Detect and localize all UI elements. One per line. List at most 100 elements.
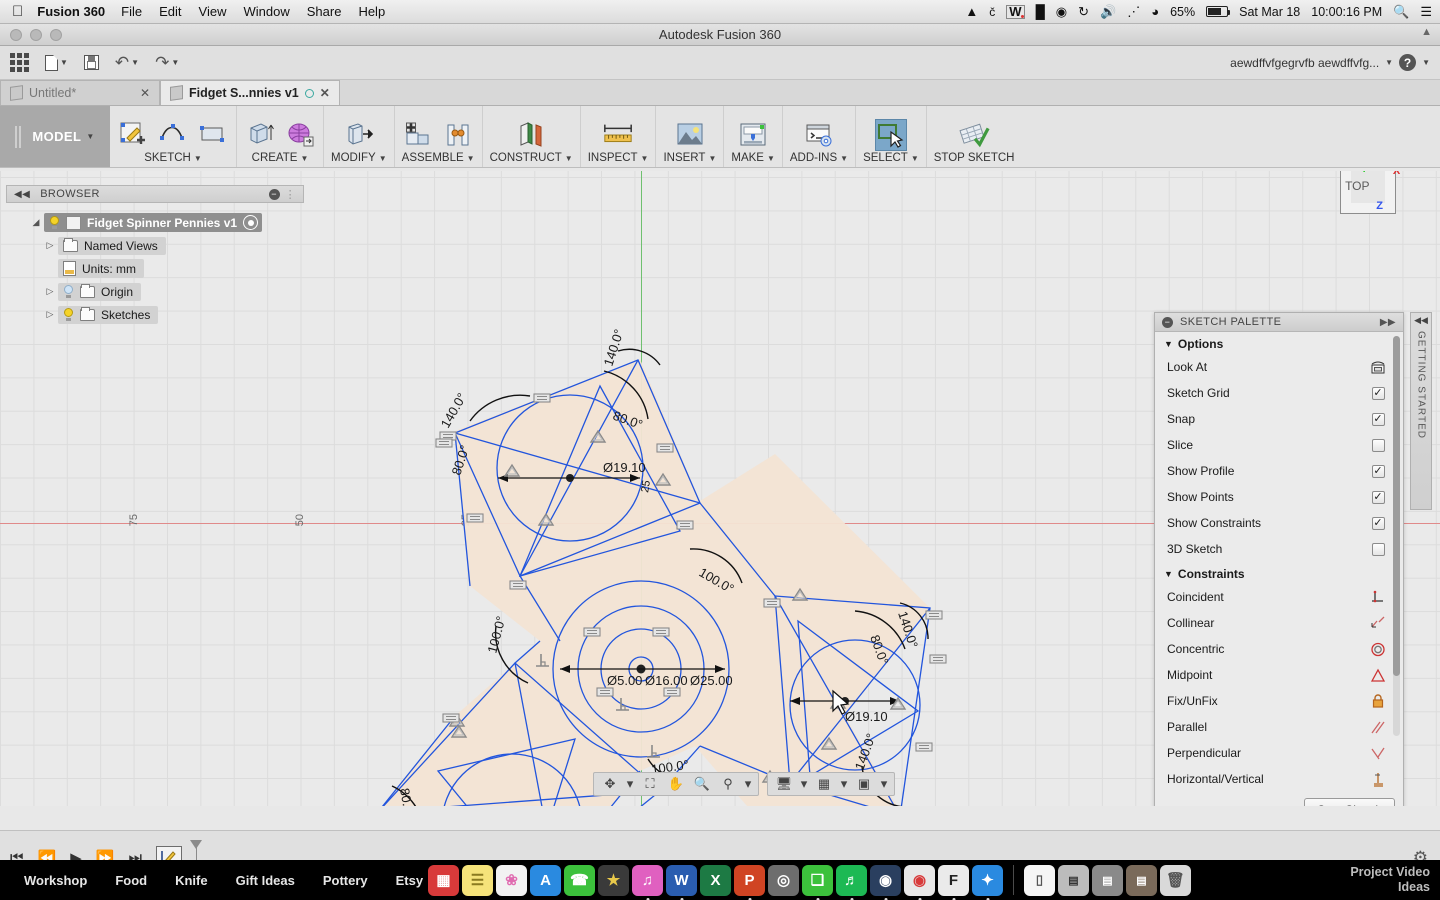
steam-icon[interactable]: ◉ [870, 864, 901, 900]
palette-section-options[interactable]: ▼ Options [1155, 332, 1403, 354]
evernote-icon[interactable]: ❑ [802, 864, 833, 900]
scripts-addins-icon[interactable] [803, 119, 835, 151]
dim-text[interactable]: 25 [639, 479, 653, 493]
palette-row-3d-sketch[interactable]: 3D Sketch [1155, 536, 1403, 562]
palette-row-horizontal-vertical[interactable]: Horizontal/Vertical [1155, 766, 1403, 791]
dock-folder-knife[interactable]: Knife [161, 873, 222, 888]
dock-folder-food[interactable]: Food [101, 873, 161, 888]
document-window-icon[interactable]: ▯ [1024, 864, 1055, 896]
show-profile-checkbox[interactable] [1371, 464, 1385, 478]
notification-center-icon[interactable]: ☰ [1420, 4, 1432, 20]
expand-triangle-icon[interactable]: ▷ [42, 286, 58, 297]
clipboard-icon[interactable]: č [989, 5, 995, 19]
palette-row-look-at[interactable]: Look At [1155, 354, 1403, 380]
new-document-icon[interactable]: ▼ [45, 54, 68, 71]
palette-row-collinear[interactable]: Collinear [1155, 610, 1403, 636]
browser-item-units[interactable]: Units: mm [6, 257, 304, 280]
dropbox-icon[interactable]: ◉ [1056, 4, 1067, 20]
dim-text[interactable]: 140.0° [601, 327, 627, 368]
browser-item-root[interactable]: ◢ Fidget Spinner Pennies v1 [6, 211, 304, 234]
minimized-window-icon[interactable]: ▤ [1058, 864, 1089, 896]
collapse-right-icon[interactable]: ◀◀ [1410, 312, 1432, 328]
expand-triangle-icon[interactable]: ◢ [28, 217, 44, 228]
zoom-dropdown-icon[interactable]: ▾ [743, 775, 753, 793]
sketch-grid-checkbox[interactable] [1371, 386, 1385, 400]
zoom-icon[interactable]: 🔍 [691, 775, 713, 793]
menu-window[interactable]: Window [243, 4, 289, 19]
minimized-window-icon[interactable]: ▤ [1092, 864, 1123, 896]
insert-image-icon[interactable] [674, 119, 706, 151]
look-at-icon[interactable]: ⛶ [639, 775, 661, 793]
collapse-chevron-icon[interactable]: ▲ [1421, 26, 1432, 38]
dim-text[interactable]: Ø19.10 [603, 460, 646, 475]
look-at-icon[interactable] [1369, 360, 1387, 375]
bluetooth-icon[interactable]: ⋰ [1127, 4, 1140, 20]
fix-unfix-lock-icon[interactable] [1369, 693, 1387, 709]
word-icon[interactable]: W [666, 864, 697, 900]
dock-label-ideas[interactable]: Ideas [1350, 880, 1430, 895]
dock-folder-workshop[interactable]: Workshop [10, 873, 101, 888]
palette-row-parallel[interactable]: Parallel [1155, 714, 1403, 740]
chevron-down-icon[interactable]: ▼ [911, 154, 919, 163]
palette-row-perpendicular[interactable]: Perpendicular [1155, 740, 1403, 766]
chrome-icon[interactable]: ◉ [904, 864, 935, 900]
press-pull-icon[interactable] [343, 119, 375, 151]
collapse-left-icon[interactable]: ◀◀ [14, 189, 30, 200]
help-icon[interactable]: ? [1399, 54, 1417, 71]
offset-plane-icon[interactable] [515, 119, 547, 151]
battery-percent[interactable]: 65% [1170, 5, 1195, 19]
viewcube[interactable]: TOP Y X Z [1340, 171, 1400, 214]
chevron-down-icon[interactable]: ▼ [641, 154, 649, 163]
chevron-down-icon[interactable]: ▼ [300, 154, 308, 163]
menu-view[interactable]: View [199, 4, 227, 19]
menu-file[interactable]: File [121, 4, 142, 19]
dock-folder-pottery[interactable]: Pottery [309, 873, 382, 888]
browser-item-named-views[interactable]: ▷ Named Views [6, 234, 304, 257]
dock-label-project-video[interactable]: Project Video [1350, 865, 1430, 880]
menu-bar-date[interactable]: Sat Mar 18 [1239, 5, 1300, 19]
spline-icon[interactable] [157, 119, 189, 151]
measure-icon[interactable] [602, 119, 634, 151]
visibility-bulb-icon[interactable] [49, 216, 60, 229]
powerpoint-icon[interactable]: P [734, 864, 765, 900]
slice-checkbox[interactable] [1371, 438, 1385, 452]
dim-text[interactable]: Ø19.10 [517, 805, 560, 806]
dim-text[interactable]: Ø25.00 [690, 673, 733, 688]
getting-started-rail[interactable]: GETTING STARTED [1410, 312, 1432, 510]
zoom-window-icon[interactable]: ⚲ [717, 775, 739, 793]
chevron-down-icon[interactable]: ▼ [565, 154, 573, 163]
expand-triangle-icon[interactable]: ▷ [42, 240, 58, 251]
extrude-icon[interactable] [244, 119, 276, 151]
expand-right-icon[interactable]: ▶▶ [1380, 317, 1396, 328]
menu-help[interactable]: Help [358, 4, 385, 19]
coincident-icon[interactable] [1369, 590, 1387, 605]
browser-item-sketches[interactable]: ▷ Sketches [6, 303, 304, 326]
orbit-dropdown-icon[interactable]: ▾ [625, 775, 635, 793]
3d-print-icon[interactable] [737, 119, 769, 151]
spotify-icon[interactable]: ♬ [836, 864, 867, 900]
launchpad-icon[interactable]: ▦ [428, 864, 459, 896]
chevron-down-icon[interactable]: ▼ [840, 154, 848, 163]
concentric-icon[interactable] [1369, 642, 1387, 657]
facetime-icon[interactable]: ☎ [564, 864, 595, 896]
dim-text[interactable]: 140.0° [438, 390, 470, 430]
display-settings-icon[interactable]: 🖥 [773, 775, 795, 793]
palette-row-snap[interactable]: Snap [1155, 406, 1403, 432]
volume-icon[interactable]: 🔊 [1100, 4, 1116, 20]
search-icon[interactable]: 🔍 [1393, 4, 1409, 20]
palette-row-midpoint[interactable]: Midpoint [1155, 662, 1403, 688]
ribbon-group-stop-sketch[interactable]: STOP SKETCH [927, 106, 1022, 167]
help-dropdown-icon[interactable]: ▼ [1422, 58, 1430, 67]
grid-apps-icon[interactable] [10, 53, 29, 72]
menu-share[interactable]: Share [307, 4, 342, 19]
chevron-down-icon[interactable]: ▼ [767, 154, 775, 163]
select-cursor-icon[interactable] [874, 119, 907, 151]
horizontal-vertical-icon[interactable] [1369, 772, 1387, 787]
rectangle-icon[interactable] [197, 119, 229, 151]
menu-bar-time[interactable]: 10:00:16 PM [1311, 5, 1382, 19]
undo-icon[interactable]: ↶ ▼ [115, 54, 139, 71]
palette-row-slice[interactable]: Slice [1155, 432, 1403, 458]
grid-snaps-icon[interactable]: ▦ [813, 775, 835, 793]
photos-icon[interactable]: ❀ [496, 864, 527, 896]
chevron-down-icon[interactable]: ▼ [467, 154, 475, 163]
